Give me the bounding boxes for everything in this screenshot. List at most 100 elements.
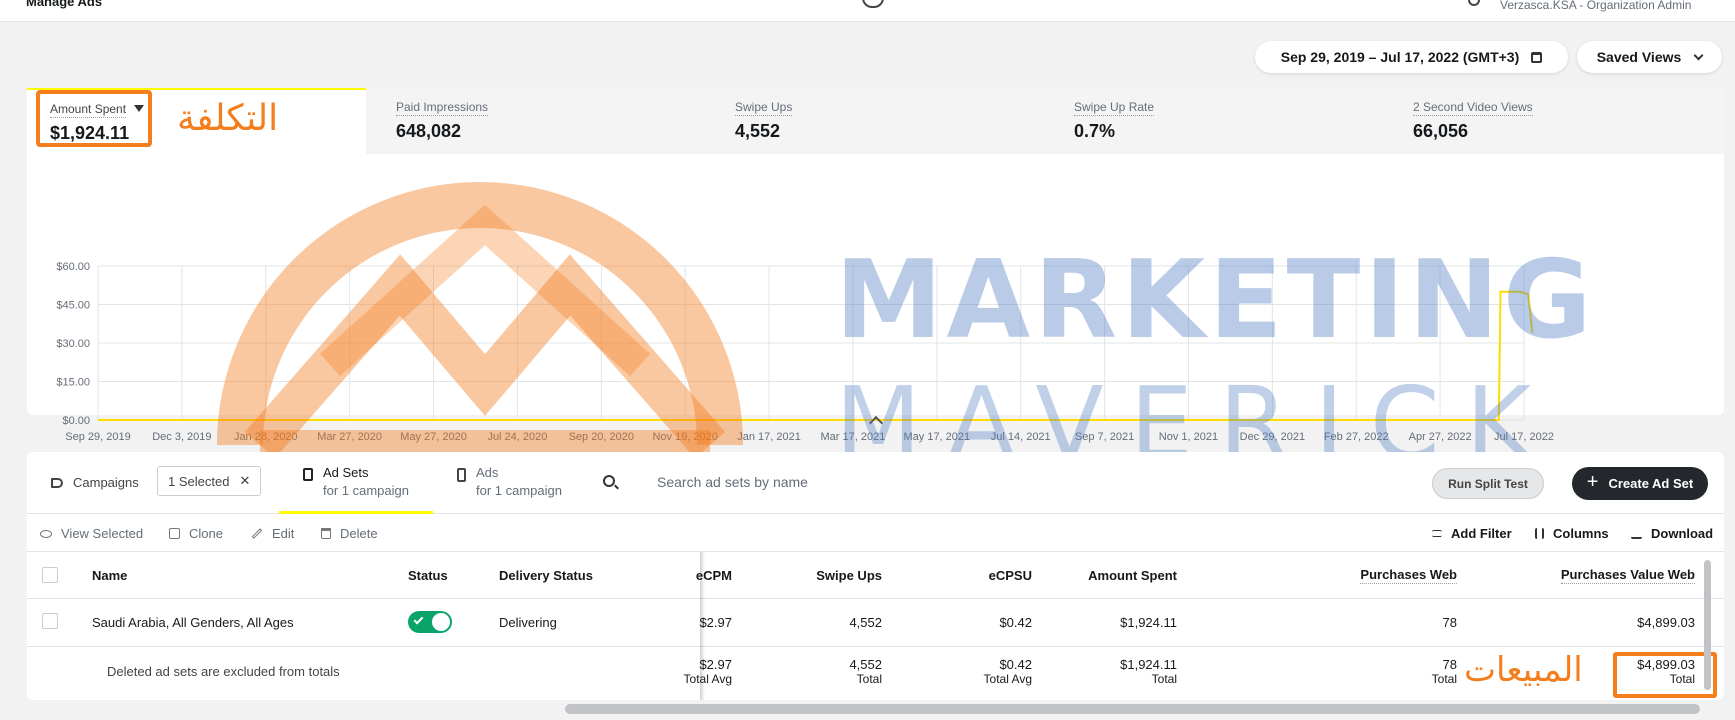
- cell-ecpsu: $0.42: [999, 615, 1032, 630]
- cell-swipe-ups: 4,552: [849, 615, 882, 630]
- col-purchases-value-web[interactable]: Purchases Value Web: [1477, 567, 1695, 584]
- delete-button[interactable]: Delete: [321, 526, 378, 541]
- search-input[interactable]: [657, 468, 1257, 496]
- x-tick-label: Apr 27, 2022: [1409, 431, 1472, 443]
- view-selected-button[interactable]: View Selected: [40, 526, 143, 541]
- metric-tab-video-views[interactable]: 2 Second Video Views 66,056: [1383, 88, 1722, 154]
- button-label: Columns: [1553, 526, 1609, 541]
- vertical-scrollbar[interactable]: [1704, 560, 1711, 690]
- tab-ad-sets[interactable]: Ad Sets for 1 campaign: [303, 465, 409, 498]
- cell-purchases-web: 78: [1442, 615, 1457, 630]
- frozen-column-divider: [700, 552, 705, 700]
- x-tick-label: Jul 17, 2022: [1494, 431, 1554, 443]
- columns-button[interactable]: Columns: [1535, 526, 1609, 541]
- add-filter-button[interactable]: Add Filter: [1432, 526, 1512, 541]
- x-tick-label: Mar 17, 2021: [821, 431, 886, 443]
- search-icon: [603, 475, 615, 487]
- bell-icon[interactable]: [1468, 0, 1480, 6]
- close-icon[interactable]: ✕: [239, 473, 250, 489]
- x-tick-label: Jul 24, 2020: [487, 431, 547, 443]
- x-tick-label: Feb 27, 2022: [1324, 431, 1389, 443]
- y-tick-label: $30.00: [56, 338, 90, 350]
- x-tick-label: Sep 29, 2019: [65, 431, 130, 443]
- metric-value: 66,056: [1413, 121, 1469, 141]
- col-amount-spent[interactable]: Amount Spent: [1037, 568, 1177, 583]
- button-label: Add Filter: [1451, 526, 1512, 541]
- total-caption: Total Avg: [983, 672, 1032, 686]
- saved-views-dropdown[interactable]: Saved Views: [1577, 41, 1722, 73]
- copy-icon: [303, 468, 313, 481]
- selected-chip[interactable]: 1 Selected ✕: [157, 466, 262, 496]
- tab-label: Campaigns: [73, 475, 139, 490]
- select-all-checkbox[interactable]: [42, 567, 58, 583]
- x-tick-label: May 27, 2020: [400, 431, 467, 443]
- y-tick-label: $45.00: [56, 300, 90, 312]
- create-ad-set-button[interactable]: + Create Ad Set: [1572, 467, 1708, 500]
- filter-icon: [1432, 530, 1442, 537]
- annotation-sales: المبيعات: [1464, 650, 1583, 690]
- metric-tab-swipe-ups[interactable]: Swipe Ups 4,552: [705, 88, 1044, 154]
- highlight-box: [36, 90, 152, 147]
- app-title[interactable]: Manage Ads: [26, 0, 102, 9]
- org-switcher[interactable]: Verzasca.KSA - Organization Admin: [1500, 0, 1691, 12]
- y-tick-label: $15.00: [56, 377, 90, 389]
- table-toolbar: View Selected Clone Edit Delete Add Filt…: [27, 515, 1724, 552]
- x-tick-label: Jan 28, 2020: [234, 431, 298, 443]
- calendar-icon: [1531, 51, 1543, 63]
- button-label: Create Ad Set: [1608, 476, 1694, 491]
- col-status[interactable]: Status: [408, 568, 448, 583]
- x-tick-label: May 17, 2021: [903, 431, 970, 443]
- total-value: 78: [1442, 657, 1457, 672]
- megaphone-icon: [51, 477, 63, 488]
- metric-tab-paid-impressions[interactable]: Paid Impressions 648,082: [366, 88, 705, 154]
- clone-button[interactable]: Clone: [169, 526, 223, 541]
- ghost-logo-icon[interactable]: [862, 0, 884, 8]
- total-amount-spent: $1,924.11 Total: [1037, 657, 1177, 686]
- metric-value: 0.7%: [1074, 121, 1116, 141]
- status-toggle[interactable]: [408, 611, 452, 633]
- total-ecpm: $2.97 Total Avg: [637, 657, 732, 686]
- metrics-chart-card: Amount Spent $1,924.11 التكلفة Paid Impr…: [27, 88, 1724, 443]
- row-checkbox[interactable]: [42, 613, 58, 629]
- y-tick-label: $60.00: [56, 261, 90, 273]
- download-icon: [1631, 528, 1642, 539]
- download-button[interactable]: Download: [1631, 526, 1713, 541]
- columns-icon: [1535, 528, 1544, 539]
- total-value: 4,552: [849, 657, 882, 672]
- col-name[interactable]: Name: [92, 568, 127, 583]
- annotation-cost: التكلفة: [177, 98, 279, 139]
- date-range-label: Sep 29, 2019 – Jul 17, 2022 (GMT+3): [1280, 49, 1520, 65]
- active-tab-indicator: [279, 511, 433, 514]
- col-delivery-status[interactable]: Delivery Status: [499, 568, 593, 583]
- col-purchases-web[interactable]: Purchases Web: [1277, 567, 1457, 584]
- col-ecpsu[interactable]: eCPSU: [917, 568, 1032, 583]
- total-caption: Total: [856, 672, 882, 686]
- series-line: [98, 290, 1534, 421]
- button-label: Edit: [272, 526, 295, 541]
- metric-tabs: Amount Spent $1,924.11 التكلفة Paid Impr…: [27, 88, 1724, 154]
- tab-title: Ads: [476, 465, 499, 480]
- run-split-test-button[interactable]: Run Split Test: [1432, 468, 1544, 499]
- eye-icon: [40, 529, 52, 538]
- adset-name-link[interactable]: Saudi Arabia, All Genders, All Ages: [92, 615, 294, 630]
- metric-tab-swipe-up-rate[interactable]: Swipe Up Rate 0.7%: [1044, 88, 1383, 154]
- metric-label: Swipe Up Rate: [1074, 100, 1155, 116]
- x-tick-label: Nov 1, 2021: [1159, 431, 1218, 443]
- chip-label: 1 Selected: [168, 473, 230, 489]
- highlight-box: [1613, 652, 1717, 698]
- table-row[interactable]: Saudi Arabia, All Genders, All Ages Deli…: [27, 599, 1724, 647]
- col-swipe-ups[interactable]: Swipe Ups: [767, 568, 882, 583]
- x-tick-label: Mar 27, 2020: [317, 431, 382, 443]
- tab-campaigns[interactable]: Campaigns: [51, 475, 139, 490]
- total-ecpsu: $0.42 Total Avg: [917, 657, 1032, 686]
- clone-icon: [169, 528, 180, 539]
- total-swipe-ups: 4,552 Total: [767, 657, 882, 686]
- pencil-icon: [251, 528, 263, 539]
- edit-button[interactable]: Edit: [251, 526, 294, 541]
- metric-tab-amount-spent[interactable]: Amount Spent $1,924.11 التكلفة: [27, 88, 366, 154]
- tab-ads[interactable]: Ads for 1 campaign: [457, 465, 562, 498]
- metric-value: 4,552: [735, 121, 781, 141]
- horizontal-scrollbar[interactable]: [565, 704, 1700, 714]
- col-label: Purchases Value Web: [1560, 567, 1695, 584]
- date-range-picker[interactable]: Sep 29, 2019 – Jul 17, 2022 (GMT+3): [1255, 41, 1568, 73]
